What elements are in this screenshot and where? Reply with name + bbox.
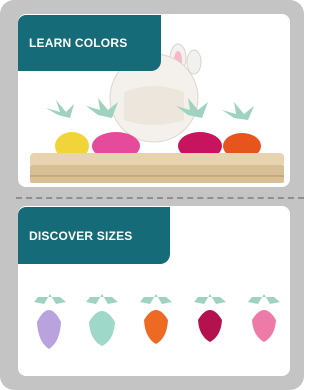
carrot-mint (89, 311, 115, 346)
carrot-leaves-bottom (34, 294, 280, 304)
carrot-crimson (198, 310, 222, 342)
carrot-light-pink (252, 310, 276, 342)
carrot-orange-small (144, 310, 168, 344)
learn-colors-label: LEARN COLORS (18, 15, 161, 71)
carrot-lavender (37, 310, 61, 349)
discover-sizes-label: DISCOVER SIZES (18, 207, 170, 264)
